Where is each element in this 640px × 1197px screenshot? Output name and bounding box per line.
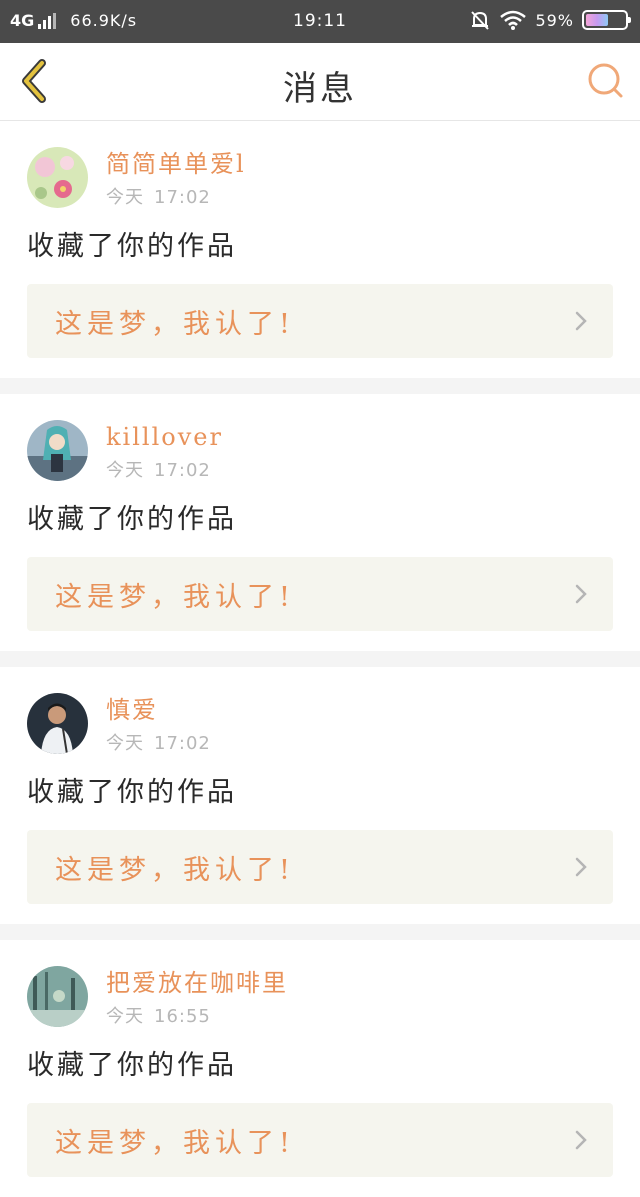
user-meta: 慎爱 今天 17:02	[106, 693, 211, 755]
work-link[interactable]: 这是梦，我认了!	[27, 830, 613, 904]
message-header: 简简单单爱l 今天 17:02	[27, 147, 613, 209]
user-meta: 把爱放在咖啡里 今天 16:55	[106, 966, 288, 1028]
action-text: 收藏了你的作品	[27, 231, 237, 262]
timestamp: 今天 17:02	[106, 456, 223, 482]
user-meta: 简简单单爱l 今天 17:02	[106, 147, 246, 209]
avatar[interactable]	[27, 147, 88, 208]
username[interactable]: 把爱放在咖啡里	[106, 968, 288, 998]
timestamp: 今天 17:02	[106, 183, 246, 209]
timestamp-time: 17:02	[154, 187, 211, 208]
username[interactable]: killlover	[106, 422, 223, 452]
message-header: 慎爱 今天 17:02	[27, 693, 613, 755]
divider	[0, 651, 640, 667]
app-header: 消息	[0, 43, 640, 121]
username[interactable]: 简简单单爱l	[106, 149, 246, 179]
timestamp: 今天 17:02	[106, 729, 211, 755]
battery-level	[586, 14, 609, 26]
chevron-right-icon	[575, 1130, 587, 1150]
work-title: 这是梦，我认了!	[55, 581, 295, 613]
timestamp-day: 今天	[106, 1006, 144, 1027]
work-title: 这是梦，我认了!	[55, 1127, 295, 1159]
work-title: 这是梦，我认了!	[55, 854, 295, 886]
message-header: killlover 今天 17:02	[27, 420, 613, 482]
avatar[interactable]	[27, 693, 88, 754]
message-card: 简简单单爱l 今天 17:02 收藏了你的作品 这是梦，我认了!	[0, 121, 640, 378]
avatar[interactable]	[27, 420, 88, 481]
username[interactable]: 慎爱	[106, 695, 211, 725]
user-meta: killlover 今天 17:02	[106, 420, 223, 482]
work-link[interactable]: 这是梦，我认了!	[27, 1103, 613, 1177]
chevron-right-icon	[575, 311, 587, 331]
divider	[0, 378, 640, 394]
status-bar: 4G 66.9K/s 19:11 59%	[0, 0, 640, 43]
work-link[interactable]: 这是梦，我认了!	[27, 557, 613, 631]
alarm-off-icon	[471, 11, 490, 30]
avatar[interactable]	[27, 966, 88, 1027]
wifi-icon	[500, 10, 527, 30]
divider	[0, 924, 640, 940]
timestamp-day: 今天	[106, 460, 144, 481]
timestamp-time: 17:02	[154, 460, 211, 481]
message-card: 把爱放在咖啡里 今天 16:55 收藏了你的作品 这是梦，我认了!	[0, 940, 640, 1197]
chevron-right-icon	[575, 584, 587, 604]
page-title: 消息	[283, 69, 357, 109]
message-card: killlover 今天 17:02 收藏了你的作品 这是梦，我认了!	[0, 394, 640, 651]
timestamp-day: 今天	[106, 733, 144, 754]
action-text: 收藏了你的作品	[27, 777, 237, 808]
battery-percent: 59%	[535, 10, 574, 30]
message-header: 把爱放在咖啡里 今天 16:55	[27, 966, 613, 1028]
timestamp-day: 今天	[106, 187, 144, 208]
chevron-right-icon	[575, 857, 587, 877]
timestamp-time: 17:02	[154, 733, 211, 754]
search-button[interactable]	[584, 61, 626, 101]
timestamp-time: 16:55	[154, 1006, 211, 1027]
search-icon	[588, 63, 623, 98]
action-text: 收藏了你的作品	[27, 504, 237, 535]
timestamp: 今天 16:55	[106, 1002, 288, 1028]
message-list: 简简单单爱l 今天 17:02 收藏了你的作品 这是梦，我认了! killlov…	[0, 121, 640, 1197]
action-text: 收藏了你的作品	[27, 1050, 237, 1081]
status-right: 59%	[469, 9, 631, 31]
work-link[interactable]: 这是梦，我认了!	[27, 284, 613, 358]
work-title: 这是梦，我认了!	[55, 308, 295, 340]
message-card: 慎爱 今天 17:02 收藏了你的作品 这是梦，我认了!	[0, 667, 640, 924]
battery-icon	[582, 10, 631, 30]
